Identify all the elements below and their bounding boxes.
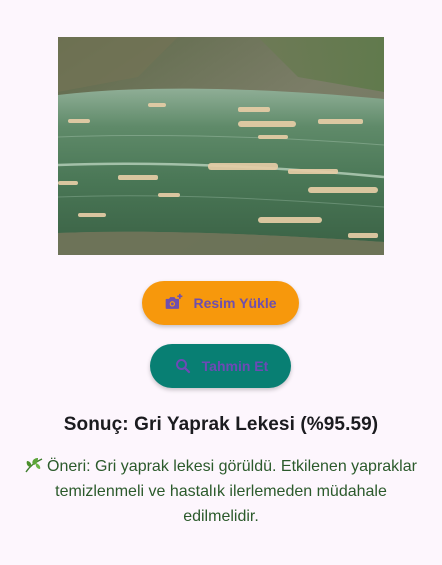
add-photo-icon: [164, 293, 184, 313]
predict-button[interactable]: Tahmin Et: [150, 344, 291, 388]
upload-image-button[interactable]: Resim Yükle: [142, 281, 299, 325]
search-icon: [173, 356, 193, 376]
leaf-photo: [58, 37, 384, 255]
advice-text-block: Öneri: Gri yaprak lekesi görüldü. Etkile…: [20, 454, 422, 529]
leaf-photo-image: [58, 37, 384, 255]
advice-text: Öneri: Gri yaprak lekesi görüldü. Etkile…: [47, 458, 417, 525]
predict-label: Tahmin Et: [201, 358, 269, 374]
upload-image-label: Resim Yükle: [193, 295, 277, 311]
prediction-result: Sonuç: Gri Yaprak Lekesi (%95.59): [63, 414, 379, 435]
leaf-emoji-icon: [25, 456, 43, 473]
